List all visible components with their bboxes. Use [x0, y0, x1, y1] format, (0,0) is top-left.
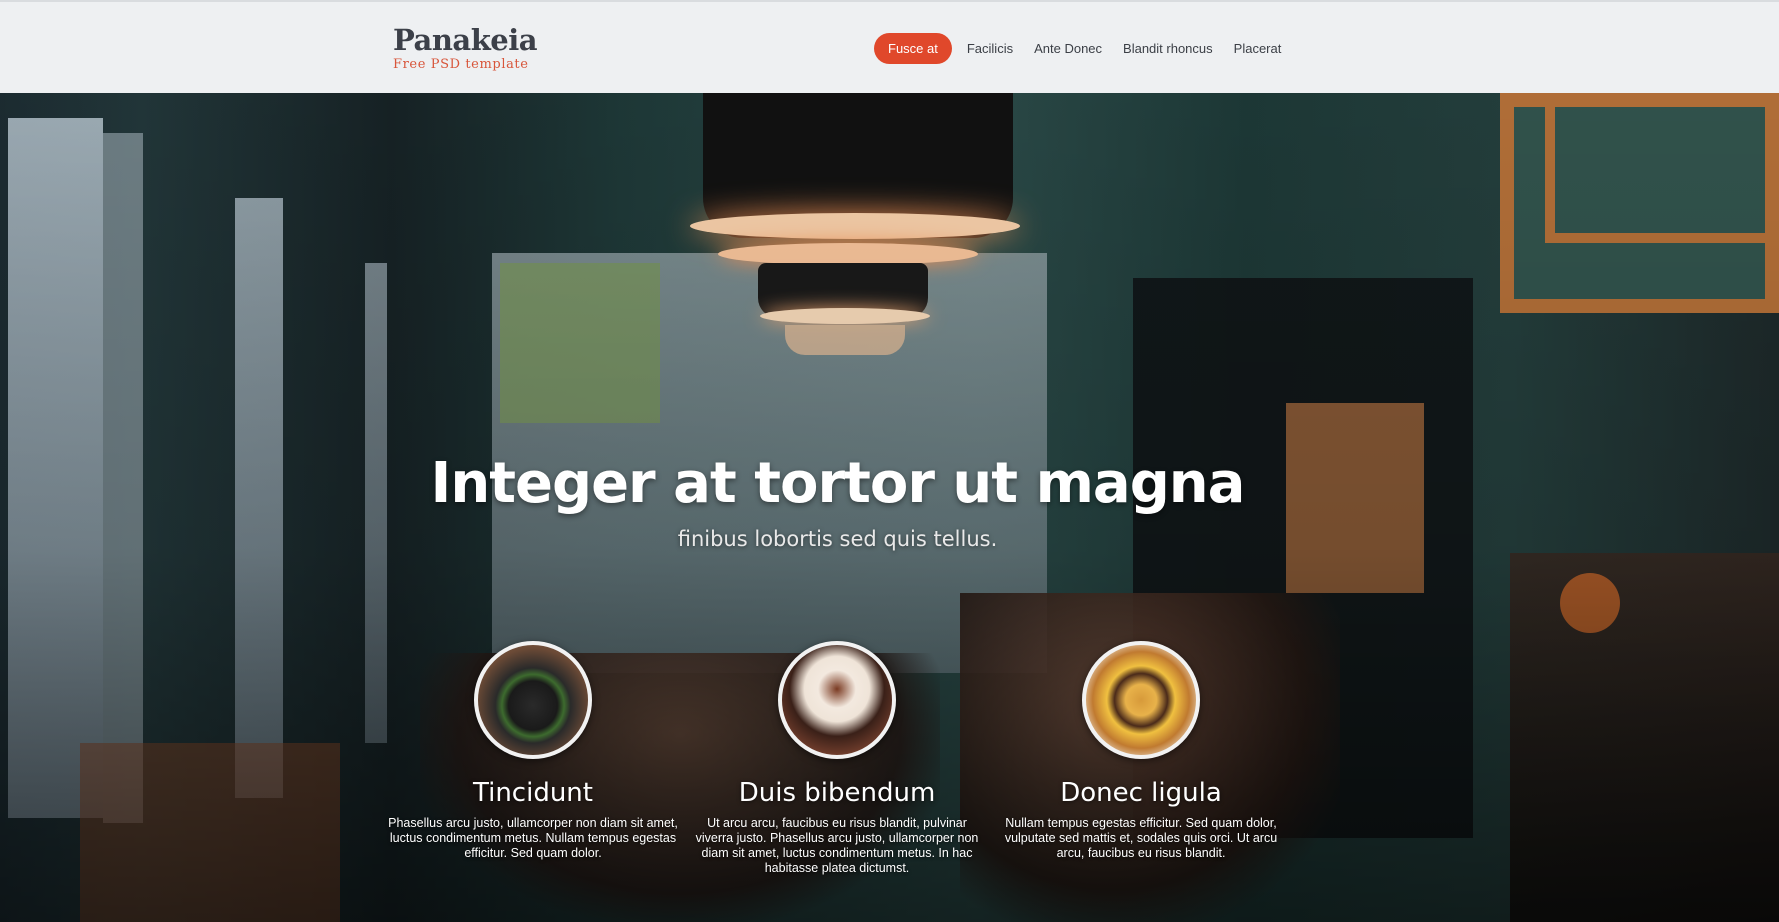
nav-item-blandit-rhoncus[interactable]: Blandit rhoncus	[1123, 33, 1213, 64]
nav-item-fusce-at[interactable]: Fusce at	[874, 33, 952, 64]
top-navigation-bar: Panakeia Free PSD template Fusce at Faci…	[0, 0, 1779, 93]
feature-card-tincidunt: Tincidunt Phasellus arcu justo, ullamcor…	[388, 641, 678, 861]
feature-title: Donec ligula	[1060, 778, 1222, 808]
feature-description: Nullam tempus egestas efficitur. Sed qua…	[1004, 816, 1278, 860]
cupcake-image	[778, 641, 896, 759]
nav-item-placerat[interactable]: Placerat	[1234, 33, 1282, 64]
hero-headline: Integer at tortor ut magna	[430, 451, 1246, 516]
main-nav: Fusce at Facilicis Ante Donec Blandit rh…	[874, 33, 1302, 64]
feature-title: Tincidunt	[473, 778, 593, 808]
site-logo[interactable]: Panakeia Free PSD template	[393, 23, 538, 72]
feature-description: Ut arcu arcu, faucibus eu risus blandit,…	[695, 816, 979, 875]
nav-item-facilicis[interactable]: Facilicis	[967, 33, 1013, 64]
hero-subheadline: finibus lobortis sed quis tellus.	[677, 527, 998, 551]
logo-title: Panakeia	[393, 23, 538, 57]
nav-item-ante-donec[interactable]: Ante Donec	[1034, 33, 1102, 64]
cheeseburger-image	[1082, 641, 1200, 759]
logo-subtitle: Free PSD template	[393, 57, 529, 72]
feature-description: Phasellus arcu justo, ullamcorper non di…	[388, 816, 678, 860]
feature-card-duis-bibendum: Duis bibendum Ut arcu arcu, faucibus eu …	[692, 641, 982, 876]
feature-title: Duis bibendum	[738, 778, 936, 808]
black-bun-burger-image	[474, 641, 592, 759]
feature-card-donec-ligula: Donec ligula Nullam tempus egestas effic…	[996, 641, 1286, 861]
hero-section: Integer at tortor ut magna finibus lobor…	[0, 93, 1779, 922]
